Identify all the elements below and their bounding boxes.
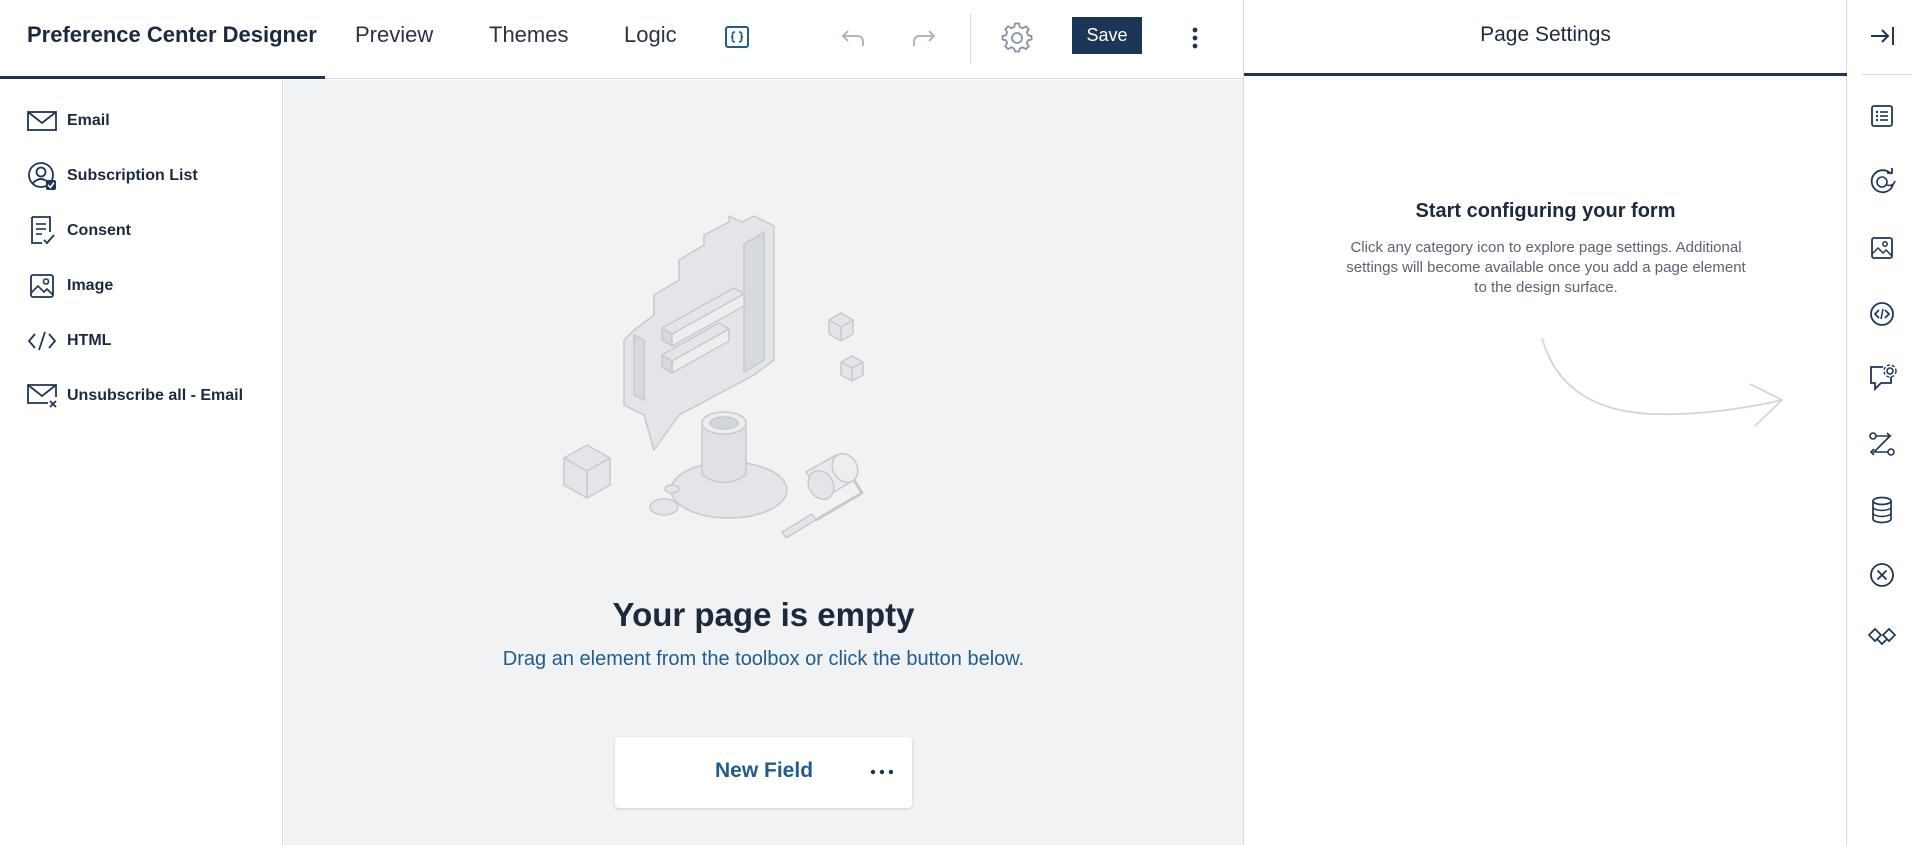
workflow-icon[interactable] xyxy=(1865,427,1899,461)
toolbox-item-label: Unsubscribe all - Email xyxy=(67,387,244,404)
envelope-icon xyxy=(25,104,59,138)
toolbox-item-label: Email xyxy=(67,112,110,129)
new-field-button[interactable]: New Field xyxy=(615,737,912,808)
tab-preview[interactable]: Preview xyxy=(355,22,433,48)
envelope-x-icon xyxy=(25,379,59,413)
database-icon[interactable] xyxy=(1865,493,1899,527)
chat-settings-icon[interactable] xyxy=(1865,361,1899,395)
tab-logic[interactable]: Logic xyxy=(624,22,677,48)
gear-icon[interactable] xyxy=(999,20,1035,56)
toolbox-item-label: Image xyxy=(67,277,114,294)
subscription-list-icon xyxy=(25,159,59,193)
handshake-icon[interactable] xyxy=(1865,622,1899,656)
curved-arrow-icon xyxy=(1541,337,1784,427)
theme-refresh-icon[interactable] xyxy=(1865,165,1899,199)
undo-icon[interactable] xyxy=(838,23,868,53)
save-button[interactable]: Save xyxy=(1072,17,1142,54)
empty-state-title: Your page is empty xyxy=(612,596,915,633)
consent-document-icon xyxy=(25,214,59,248)
empty-state-illustration xyxy=(563,215,864,539)
settings-panel-title: Page Settings xyxy=(1244,0,1847,76)
toolbox-item-email[interactable]: Email xyxy=(25,103,110,139)
collapse-panel-icon[interactable] xyxy=(1865,19,1899,53)
toolbox-item-subscription-list[interactable]: Subscription List xyxy=(25,158,198,194)
list-icon[interactable] xyxy=(1865,99,1899,133)
settings-prompt-title: Start configuring your form xyxy=(1415,200,1676,222)
page-settings-panel: Page Settings Start configuring your for… xyxy=(1243,0,1847,845)
horizontal-ellipsis-icon[interactable] xyxy=(867,759,897,785)
toolbox-item-label: Subscription List xyxy=(67,167,198,184)
toolbox-item-html[interactable]: HTML xyxy=(25,323,111,359)
image-icon xyxy=(25,269,59,303)
settings-category-rail xyxy=(1848,0,1916,845)
image-icon[interactable] xyxy=(1865,231,1899,265)
toolbox-item-label: Consent xyxy=(67,222,131,239)
code-icon xyxy=(25,324,59,358)
tab-themes[interactable]: Themes xyxy=(489,22,568,48)
app-title: Preference Center Designer xyxy=(0,0,325,79)
close-circle-icon[interactable] xyxy=(1865,558,1899,592)
rail-divider xyxy=(1862,74,1912,75)
code-circle-icon[interactable] xyxy=(1865,297,1899,331)
toolbar-divider xyxy=(970,14,971,64)
redo-icon[interactable] xyxy=(909,23,939,53)
new-field-label: New Field xyxy=(715,759,814,782)
toolbox-item-consent[interactable]: Consent xyxy=(25,213,131,249)
braces-icon[interactable] xyxy=(722,22,752,52)
empty-state-subtitle: Drag an element from the toolbox or clic… xyxy=(502,648,1025,670)
design-surface[interactable]: Your page is empty Drag an element from … xyxy=(284,80,1243,845)
toolbox-panel: Email Subscription List Consent Image HT… xyxy=(0,80,283,845)
toolbox-item-unsubscribe-all-email[interactable]: Unsubscribe all - Email xyxy=(25,378,243,414)
vertical-ellipsis-icon[interactable] xyxy=(1183,22,1207,54)
toolbox-item-label: HTML xyxy=(67,332,112,349)
toolbox-item-image[interactable]: Image xyxy=(25,268,113,304)
settings-prompt-text: Click any category icon to explore page … xyxy=(1346,239,1746,296)
top-toolbar: Preference Center Designer Preview Theme… xyxy=(0,0,1243,79)
